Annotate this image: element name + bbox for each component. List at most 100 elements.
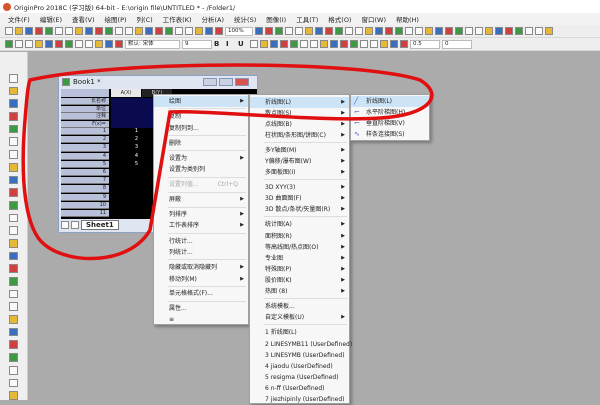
tool-icon[interactable] xyxy=(9,315,18,324)
text-style-icon[interactable]: I xyxy=(226,40,236,48)
tool-icon[interactable] xyxy=(9,226,18,235)
toolbar-button-icon[interactable] xyxy=(95,40,103,48)
toolbar-button-icon[interactable] xyxy=(215,27,223,35)
tool-icon[interactable] xyxy=(9,188,18,197)
toolbar-button-icon[interactable] xyxy=(135,27,143,35)
tool-icon[interactable] xyxy=(9,162,18,172)
cell-value[interactable]: 5 xyxy=(111,161,141,168)
toolbar-button-icon[interactable] xyxy=(25,27,33,35)
toolbar-button-icon[interactable] xyxy=(5,27,13,35)
menu-item[interactable]: 1 折线图(L) xyxy=(250,327,349,338)
toolbar-button-icon[interactable] xyxy=(425,27,433,35)
prev-sheet-button[interactable] xyxy=(61,221,69,229)
menu-item[interactable]: 编辑(E) xyxy=(40,14,62,24)
corner-cell[interactable] xyxy=(61,89,109,97)
menu-item[interactable]: 统计图(A) ▶ xyxy=(250,219,349,230)
toolbar-button-icon[interactable] xyxy=(45,40,53,48)
row-number[interactable]: 7 xyxy=(61,177,109,185)
menu-item[interactable]: 统计(S) xyxy=(234,14,256,24)
tool-icon[interactable] xyxy=(9,365,18,375)
toolbar-button-icon[interactable] xyxy=(265,27,273,35)
toolbar-button-icon[interactable] xyxy=(75,27,83,35)
tool-icon[interactable] xyxy=(9,353,18,362)
toolbar-button-icon[interactable] xyxy=(370,40,378,48)
row-number[interactable]: 10 xyxy=(61,201,109,210)
toolbar-button-icon[interactable] xyxy=(310,40,318,48)
toolbar-button-icon[interactable] xyxy=(280,40,288,48)
tool-icon[interactable] xyxy=(9,327,18,337)
toolbar-button-icon[interactable] xyxy=(15,40,23,48)
menu-item[interactable]: 窗口(W) xyxy=(361,14,386,24)
menu-item[interactable]: 设置为 ▶ xyxy=(154,153,248,164)
menu-item[interactable]: 面积图(R) ▶ xyxy=(250,231,349,242)
menu-item[interactable]: 文件(F) xyxy=(8,14,30,24)
row-number[interactable]: 1 xyxy=(61,128,109,136)
menu-item[interactable]: 折线图(L) ▶ xyxy=(250,97,349,108)
toolbar-button-icon[interactable] xyxy=(505,27,513,35)
toolbar-button-icon[interactable] xyxy=(25,40,33,48)
menu-item[interactable]: 列统计... xyxy=(154,247,248,258)
value-select[interactable]: 0 xyxy=(442,39,472,49)
toolbar-button-icon[interactable] xyxy=(515,27,523,35)
toolbar-button-icon[interactable] xyxy=(115,27,123,35)
tool-icon[interactable] xyxy=(9,378,18,388)
toolbar-button-icon[interactable] xyxy=(115,40,123,48)
row-number[interactable]: 4 xyxy=(61,152,109,160)
toolbar-button-icon[interactable] xyxy=(385,27,393,35)
toolbar-button-icon[interactable] xyxy=(65,40,73,48)
font-size-select[interactable]: 9 xyxy=(182,39,212,49)
tool-icon[interactable] xyxy=(9,150,18,159)
row-label[interactable]: 注释 xyxy=(61,113,109,121)
toolbar-button-icon[interactable] xyxy=(455,27,463,35)
tool-icon[interactable] xyxy=(9,264,18,273)
toolbar-button-icon[interactable] xyxy=(330,40,338,48)
tool-icon[interactable] xyxy=(9,340,18,350)
zoom-select[interactable]: 100% xyxy=(225,26,253,36)
tool-icon[interactable] xyxy=(9,175,18,185)
toolbar-button-icon[interactable] xyxy=(405,27,413,35)
row-number[interactable]: 11 xyxy=(61,210,109,218)
toolbar-button-icon[interactable] xyxy=(195,27,203,35)
maximize-button[interactable] xyxy=(219,78,233,86)
menu-item[interactable]: 列(C) xyxy=(137,14,153,24)
toolbar-button-icon[interactable] xyxy=(65,27,73,35)
row-number[interactable]: 5 xyxy=(61,160,109,169)
cell-value[interactable]: 3 xyxy=(111,144,141,151)
menu-item[interactable]: 系统模板... xyxy=(250,301,349,312)
row-label[interactable]: 长名称 xyxy=(61,98,109,106)
menu-item[interactable]: 删除 xyxy=(154,138,248,149)
menu-item[interactable]: 工具(T) xyxy=(296,14,318,24)
menu-item[interactable]: ≡ xyxy=(154,314,248,325)
toolbar-button-icon[interactable] xyxy=(15,27,23,35)
toolbar-button-icon[interactable] xyxy=(205,27,213,35)
menu-item[interactable]: 2 LINESYMB11 (UserDefined) xyxy=(250,339,352,350)
menu-item[interactable]: 屏蔽 ▶ xyxy=(154,194,248,205)
toolbar-button-icon[interactable] xyxy=(535,27,543,35)
menu-item[interactable]: 3D 散点/条状/矢量图(R) ▶ xyxy=(250,204,349,215)
menu-item[interactable]: 6 n-ff (UserDefined) xyxy=(250,383,349,394)
menu-item[interactable]: 3 LINESYMB (UserDefined) xyxy=(250,350,349,361)
toolbar-button-icon[interactable] xyxy=(175,27,183,35)
tool-icon[interactable] xyxy=(9,124,18,134)
tool-icon[interactable] xyxy=(9,277,18,286)
toolbar-button-icon[interactable] xyxy=(55,27,63,35)
toolbar-button-icon[interactable] xyxy=(375,27,383,35)
toolbar-button-icon[interactable] xyxy=(545,27,553,35)
row-number[interactable]: 9 xyxy=(61,193,109,201)
sheet-tab[interactable]: Sheet1 xyxy=(81,220,119,230)
tool-icon[interactable] xyxy=(9,86,18,96)
toolbar-button-icon[interactable] xyxy=(380,40,388,48)
toolbar-button-icon[interactable] xyxy=(165,27,173,35)
toolbar-button-icon[interactable] xyxy=(35,27,43,35)
tool-icon[interactable] xyxy=(9,213,18,223)
menu-item[interactable]: 分析(A) xyxy=(202,14,225,24)
menu-item[interactable]: 多Y轴图(M) ▶ xyxy=(250,145,349,156)
cell-value[interactable]: 4 xyxy=(111,153,141,160)
menu-item[interactable]: 5 resigma (UserDefined) xyxy=(250,372,349,383)
toolbar-button-icon[interactable] xyxy=(305,27,313,35)
toolbar-button-icon[interactable] xyxy=(125,27,133,35)
toolbar-button-icon[interactable] xyxy=(465,27,473,35)
row-label[interactable]: F(x)= xyxy=(61,120,109,128)
toolbar-button-icon[interactable] xyxy=(445,27,453,35)
menu-item[interactable]: 股价图(K) ▶ xyxy=(250,275,349,286)
